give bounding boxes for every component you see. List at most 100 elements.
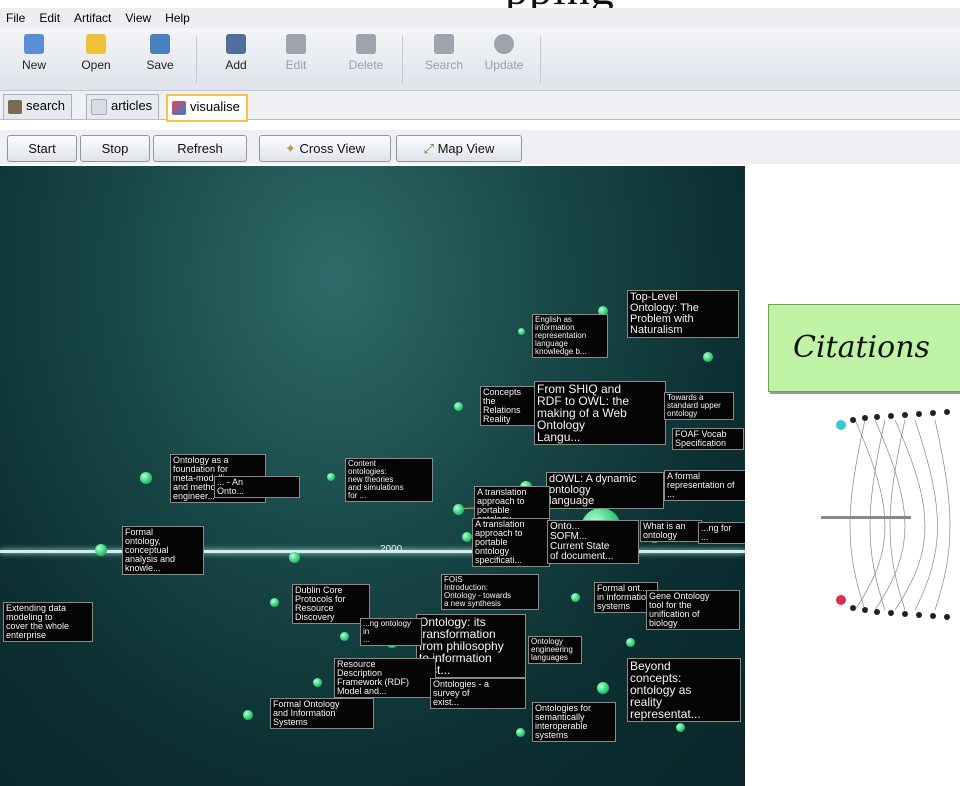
new-button-label: New <box>21 58 46 72</box>
tab-articles[interactable]: articles <box>86 94 160 119</box>
map-view-label: Map View <box>437 141 495 156</box>
open-button[interactable]: Open <box>70 32 122 86</box>
graph-node[interactable] <box>289 552 300 563</box>
node-label[interactable]: Concepts the Relations Reality <box>480 386 538 426</box>
citation-network-graphic <box>821 409 951 620</box>
delete-document-icon <box>356 34 376 54</box>
tab-search[interactable]: search <box>3 94 73 119</box>
save-button-label: Save <box>146 58 174 72</box>
node-label[interactable]: Gene Ontology tool for the unification o… <box>646 590 740 630</box>
node-label[interactable]: Resource Description Framework (RDF) Mod… <box>334 658 436 698</box>
map-view-button[interactable]: ⤢ Map View <box>396 135 522 162</box>
add-button-label: Add <box>225 58 247 72</box>
graph-node[interactable] <box>327 473 335 481</box>
graph-node[interactable] <box>676 723 685 732</box>
node-label[interactable]: Onto... SOFM... Current State of documen… <box>547 520 639 564</box>
visualise-action-bar: Start Stop Refresh ✦ Cross View ⤢ Map Vi… <box>0 130 960 164</box>
graph-node[interactable] <box>140 472 152 484</box>
graph-node[interactable] <box>454 402 463 411</box>
graph-node[interactable] <box>462 532 472 542</box>
toolbar-separator <box>402 36 403 84</box>
node-label[interactable]: FOIS Introduction: Ontology - towards a … <box>441 574 539 610</box>
visualisation-canvas[interactable]: 2000 Top-Level Ontology: The Problem wit… <box>0 166 745 786</box>
graph-node[interactable] <box>270 598 279 607</box>
citations-figure: Citations <box>745 290 960 786</box>
menu-edit[interactable]: Edit <box>39 8 60 28</box>
graph-node[interactable] <box>243 710 253 720</box>
delete-button[interactable]: Delete <box>340 32 392 86</box>
edit-document-icon <box>286 34 306 54</box>
main-toolbar: New Open Save Add Edit Delete Search Upd… <box>0 28 960 91</box>
articles-tab-icon <box>91 98 107 115</box>
start-button[interactable]: Start <box>7 135 77 162</box>
node-label[interactable]: Ontologies for semantically interoperabl… <box>532 702 616 742</box>
node-label[interactable]: Top-Level Ontology: The Problem with Nat… <box>627 290 739 338</box>
node-label[interactable]: English as information representation la… <box>532 314 608 358</box>
node-label[interactable]: A formal representation of ... <box>664 470 745 501</box>
edit-button-label: Edit <box>285 58 307 72</box>
graph-node[interactable] <box>626 638 635 647</box>
timeline-year-label: 2000 <box>380 544 403 555</box>
menu-artifact[interactable]: Artifact <box>74 8 111 28</box>
node-label[interactable]: What is an ontology <box>640 520 702 542</box>
graph-node[interactable] <box>571 593 580 602</box>
node-label[interactable]: ...ng for ... <box>698 522 745 544</box>
tab-visualise-label: visualise <box>190 99 240 114</box>
save-button[interactable]: Save <box>134 32 186 86</box>
search-button[interactable]: Search <box>418 32 470 86</box>
edit-button[interactable]: Edit <box>270 32 322 86</box>
graph-node[interactable] <box>518 328 525 335</box>
toolbar-separator <box>196 36 197 84</box>
node-label[interactable]: Dublin Core Protocols for Resource Disco… <box>292 584 370 624</box>
graph-node[interactable] <box>313 678 322 687</box>
new-button[interactable]: New <box>8 32 60 86</box>
node-label[interactable]: Ontology engineering languages <box>528 636 582 664</box>
graph-node[interactable] <box>453 504 464 515</box>
graph-node[interactable] <box>597 682 609 694</box>
cross-view-icon: ✦ <box>284 141 300 156</box>
menu-help[interactable]: Help <box>165 8 190 28</box>
graph-node[interactable] <box>95 544 107 556</box>
add-button[interactable]: Add <box>210 32 262 86</box>
node-label[interactable]: From SHIQ and RDF to OWL: the making of … <box>534 381 666 445</box>
node-label[interactable]: Beyond concepts: ontology as reality rep… <box>627 658 741 722</box>
node-label[interactable]: ... - An Onto... <box>214 476 300 498</box>
node-label[interactable]: Towards a standard upper ontology <box>664 392 734 420</box>
menu-bar: File Edit Artifact View Help <box>0 8 960 28</box>
tab-visualise[interactable]: visualise <box>166 94 248 122</box>
search-tab-icon <box>8 99 22 114</box>
map-view-icon: ⤢ <box>423 141 438 156</box>
node-label[interactable]: ...ng ontology in ... <box>360 618 422 646</box>
tab-articles-label: articles <box>111 98 153 113</box>
graph-node[interactable] <box>516 728 525 737</box>
node-label[interactable]: A translation approach to portable ontol… <box>472 518 550 567</box>
open-button-label: Open <box>81 58 111 72</box>
stop-button[interactable]: Stop <box>80 135 150 162</box>
node-label[interactable]: Ontologies - a survey of exist... <box>430 678 526 709</box>
search-document-icon <box>434 34 454 54</box>
node-label[interactable]: FOAF Vocab Specification <box>672 428 744 450</box>
add-document-icon <box>226 34 246 54</box>
save-disk-icon <box>150 34 170 54</box>
graph-node[interactable] <box>340 632 349 641</box>
refresh-icon <box>494 34 514 54</box>
visualise-tab-icon <box>172 100 186 115</box>
refresh-button[interactable]: Refresh <box>153 135 247 162</box>
toolbar-separator <box>540 36 541 84</box>
tab-search-label: search <box>26 98 66 113</box>
node-label[interactable]: Formal Ontology and Information Systems <box>270 698 374 729</box>
menu-view[interactable]: View <box>125 8 151 28</box>
menu-file[interactable]: File <box>6 8 25 28</box>
cross-view-button[interactable]: ✦ Cross View <box>259 135 391 162</box>
delete-button-label: Delete <box>348 58 384 72</box>
graph-node[interactable] <box>703 352 713 362</box>
update-button[interactable]: Update <box>478 32 530 86</box>
node-label[interactable]: Content ontologies: new theories and sim… <box>345 458 433 502</box>
new-document-icon <box>24 34 44 54</box>
node-label[interactable]: Formal ontology, conceptual analysis and… <box>122 526 204 575</box>
tab-bar: search articles visualise <box>0 91 960 122</box>
node-label[interactable]: Extending data modeling to cover the who… <box>3 602 93 642</box>
node-label[interactable]: dOWL: A dynamic ontology language <box>546 472 664 509</box>
search-button-label: Search <box>424 58 464 72</box>
cross-view-label: Cross View <box>299 141 366 156</box>
